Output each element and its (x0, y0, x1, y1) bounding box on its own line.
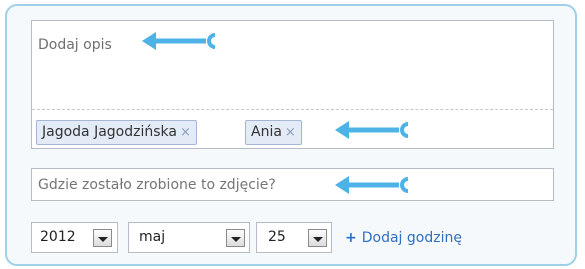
location-input[interactable] (31, 168, 554, 201)
arrow-left-icon (335, 176, 409, 194)
dropdown-arrow-icon[interactable] (226, 229, 245, 247)
arrow-left-icon (142, 32, 216, 50)
year-select[interactable]: 2012 (31, 222, 118, 253)
arrow-left-icon (335, 121, 409, 139)
remove-tag-icon[interactable]: × (180, 125, 191, 140)
dropdown-arrow-icon[interactable] (308, 229, 327, 247)
add-hour-link[interactable]: + Dodaj godzinę (345, 230, 462, 246)
dropdown-arrow-icon[interactable] (93, 229, 112, 247)
plus-icon: + (345, 230, 357, 246)
add-hour-label: Dodaj godzinę (361, 230, 462, 246)
tag-jagoda: Jagoda Jagodzińska × (36, 120, 197, 145)
description-placeholder: Dodaj opis (38, 37, 112, 53)
year-value: 2012 (40, 229, 76, 245)
month-value: maj (139, 229, 166, 245)
tag-label: Jagoda Jagodzińska (42, 124, 177, 140)
month-select[interactable]: maj (128, 222, 250, 253)
divider (32, 109, 553, 110)
day-select[interactable]: 25 (256, 222, 332, 253)
remove-tag-icon[interactable]: × (285, 125, 296, 140)
day-value: 25 (268, 229, 286, 245)
description-field[interactable]: Dodaj opis Jagoda Jagodzińska × Ania × (31, 20, 554, 149)
tag-label: Ania (251, 124, 282, 140)
tag-ania: Ania × (245, 120, 302, 145)
